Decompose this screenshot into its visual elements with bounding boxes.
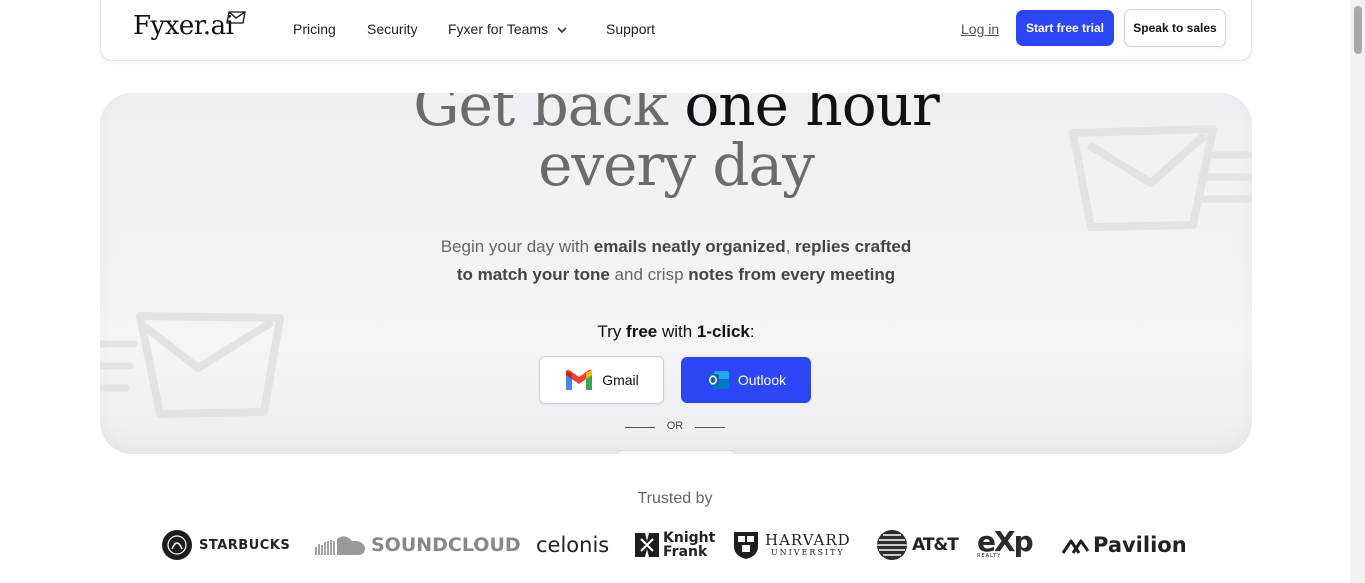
university-text: UNIVERSITY	[770, 548, 845, 557]
divider-line	[695, 427, 725, 428]
scrollbar-thumb[interactable]	[1354, 6, 1362, 54]
nav-fyxer-for-teams-label: Fyxer for Teams	[448, 21, 549, 37]
starbucks-logo: STARBUCKS	[161, 526, 290, 564]
fyxer-logo[interactable]: Fyxer.ai	[133, 11, 234, 41]
celonis-logo: celonis	[536, 526, 609, 564]
partial-button-below[interactable]	[616, 450, 736, 454]
sub-bold-text: emails neatly organized	[593, 237, 786, 256]
starbucks-wordmark: STARBUCKS	[199, 537, 291, 553]
speak-to-sales-button[interactable]: Speak to sales	[1124, 9, 1226, 47]
att-globe-icon	[877, 530, 907, 560]
sub-bold-text: notes from every meeting	[688, 265, 896, 284]
chevron-down-icon	[557, 27, 567, 34]
or-label: OR	[666, 420, 684, 432]
try-bold-text: free	[626, 322, 658, 341]
gmail-icon	[566, 369, 593, 390]
try-text: :	[749, 322, 755, 341]
outlook-signup-button[interactable]: Outlook	[681, 357, 811, 403]
hero-headline-line-2: every day	[538, 131, 815, 199]
pavilion-icon	[1061, 539, 1089, 554]
soundcloud-wordmark: SOUNDCLOUD	[371, 534, 521, 556]
hero-section: Get back one hour every day Begin your d…	[100, 93, 1252, 454]
knight-frank-wordmark: Knight Frank	[663, 531, 715, 559]
logo-envelope-icon	[226, 11, 246, 24]
hero-subheadline: Begin your day with emails neatly organi…	[100, 233, 1252, 289]
harvard-text: HARVARD	[765, 531, 851, 549]
try-text: with	[657, 322, 697, 341]
knight-text: Knight	[663, 530, 716, 546]
try-free-label: Try free with 1-click:	[100, 322, 1252, 342]
divider-line	[625, 427, 655, 428]
trusted-by-label: Trusted by	[637, 490, 713, 507]
att-wordmark: AT&T	[912, 535, 959, 555]
sub-text: Begin your day with	[440, 237, 594, 256]
sub-text: and crisp	[609, 265, 689, 284]
nav-pricing[interactable]: Pricing	[293, 21, 336, 37]
exp-realty-logo: eXp REALTY	[977, 525, 1034, 564]
sub-bold-text: replies crafted	[795, 237, 912, 256]
gmail-signup-button[interactable]: Gmail	[539, 356, 664, 404]
trusted-logos-row: STARBUCKS SOUNDCLOUD celonis Knight Fran…	[0, 526, 1350, 566]
exp-text: eXp	[977, 525, 1034, 558]
att-logo: AT&T	[876, 526, 959, 564]
sub-text: ,	[785, 237, 796, 256]
harvard-wordmark: HARVARD UNIVERSITY	[765, 532, 851, 558]
knight-frank-icon	[635, 533, 659, 557]
harvard-logo: HARVARD UNIVERSITY	[733, 526, 851, 564]
page-scrollbar[interactable]	[1350, 0, 1365, 583]
exp-wordmark: eXp REALTY	[977, 525, 1034, 560]
nav-security[interactable]: Security	[367, 21, 418, 37]
try-bold-text: 1-click	[696, 322, 750, 341]
soundcloud-icon	[315, 536, 365, 555]
outlook-icon	[706, 371, 729, 389]
frank-text: Frank	[663, 544, 708, 560]
sub-bold-text: to match your tone	[456, 265, 610, 284]
start-free-trial-button[interactable]: Start free trial	[1016, 10, 1114, 46]
starbucks-icon	[162, 530, 192, 560]
pavilion-wordmark: Pavilion	[1093, 533, 1187, 557]
nav-support[interactable]: Support	[606, 21, 655, 37]
knight-frank-logo: Knight Frank	[633, 526, 715, 564]
soundcloud-logo: SOUNDCLOUD	[315, 526, 521, 564]
gmail-button-label: Gmail	[602, 372, 639, 388]
harvard-shield-icon	[734, 532, 758, 559]
outlook-button-label: Outlook	[737, 372, 787, 388]
pavilion-logo: Pavilion	[1061, 526, 1187, 564]
celonis-wordmark: celonis	[536, 533, 610, 557]
try-text: Try	[597, 322, 627, 341]
nav-fyxer-for-teams[interactable]: Fyxer for Teams	[448, 21, 568, 37]
login-link[interactable]: Log in	[961, 21, 999, 37]
top-navbar: Fyxer.ai Pricing Security Fyxer for Team…	[100, 0, 1252, 61]
or-divider: OR	[625, 420, 725, 434]
